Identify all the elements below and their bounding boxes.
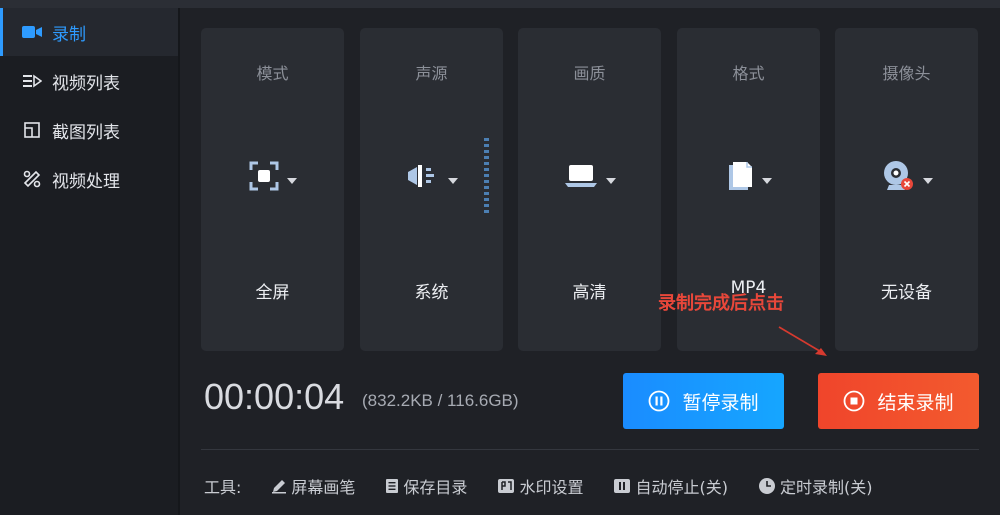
sidebar-item-screenshot-list[interactable]: 截图列表 bbox=[0, 106, 178, 154]
pause-recording-button[interactable]: 暂停录制 bbox=[623, 373, 784, 429]
quality-card[interactable]: 画质 高清 bbox=[518, 28, 661, 351]
annotation-arrow-icon bbox=[775, 323, 835, 367]
video-camera-icon bbox=[22, 22, 42, 42]
recording-timer: 00:00:04 bbox=[204, 376, 345, 417]
chevron-down-icon[interactable] bbox=[605, 169, 616, 188]
document-icon bbox=[385, 478, 399, 494]
tools-bar: 工具: 屏幕画笔 保存目录 水印设置 自动停止(关) 定时录制(关) bbox=[204, 473, 984, 499]
sidebar: 录制 视频列表 截图列表 视频处理 bbox=[0, 8, 178, 515]
chevron-down-icon[interactable] bbox=[447, 169, 458, 188]
sidebar-item-label: 视频列表 bbox=[52, 73, 120, 94]
screenshot-list-icon bbox=[22, 120, 42, 140]
video-tools-icon bbox=[22, 169, 42, 189]
file-icon bbox=[726, 160, 754, 196]
audio-source-card[interactable]: 声源 系统 bbox=[360, 28, 503, 351]
speaker-icon bbox=[406, 163, 440, 193]
screen-pen-tool[interactable]: 屏幕画笔 bbox=[271, 474, 355, 498]
stop-recording-button[interactable]: 结束录制 bbox=[818, 373, 979, 429]
record-panel: 模式 全屏 声源 系统 画质 高清 格式 MP4 摄像头 无设备 00:00:0… bbox=[180, 8, 1000, 515]
auto-stop-tool[interactable]: 自动停止(关) bbox=[613, 474, 728, 498]
webcam-card[interactable]: 摄像头 无设备 bbox=[835, 28, 978, 351]
pause-square-icon bbox=[613, 478, 631, 494]
chevron-down-icon[interactable] bbox=[761, 169, 772, 188]
watermark-settings-tool[interactable]: 水印设置 bbox=[497, 474, 583, 498]
webcam-title: 摄像头 bbox=[882, 64, 931, 83]
tools-divider bbox=[201, 449, 979, 450]
sidebar-item-label: 录制 bbox=[52, 24, 86, 45]
pen-icon bbox=[271, 478, 287, 494]
tool-label: 保存目录 bbox=[403, 478, 468, 497]
tool-label: 屏幕画笔 bbox=[291, 478, 356, 497]
stop-recording-label: 结束录制 bbox=[877, 391, 954, 414]
sidebar-item-label: 截图列表 bbox=[52, 122, 120, 143]
quality-value: 高清 bbox=[572, 283, 607, 303]
save-directory-tool[interactable]: 保存目录 bbox=[385, 474, 467, 498]
scheduled-recording-tool[interactable]: 定时录制(关) bbox=[758, 474, 873, 498]
format-title: 格式 bbox=[732, 64, 765, 83]
mode-card[interactable]: 模式 全屏 bbox=[201, 28, 344, 351]
sidebar-item-video-list[interactable]: 视频列表 bbox=[0, 57, 178, 105]
pause-icon bbox=[648, 390, 670, 412]
quality-title: 画质 bbox=[573, 64, 606, 83]
stop-icon bbox=[843, 390, 865, 412]
volume-meter bbox=[484, 138, 489, 214]
tool-label: 定时录制(关) bbox=[779, 478, 873, 497]
sidebar-item-record[interactable]: 录制 bbox=[0, 8, 178, 56]
chevron-down-icon[interactable] bbox=[922, 169, 933, 188]
mode-title: 模式 bbox=[256, 64, 289, 83]
sidebar-item-video-processing[interactable]: 视频处理 bbox=[0, 155, 178, 203]
mode-value: 全屏 bbox=[255, 283, 290, 303]
clock-icon bbox=[758, 477, 776, 495]
tool-label: 水印设置 bbox=[519, 478, 584, 497]
tools-label: 工具: bbox=[204, 478, 242, 497]
chevron-down-icon[interactable] bbox=[286, 169, 297, 188]
audio-source-value: 系统 bbox=[414, 283, 449, 303]
file-size-info: (832.2KB / 116.6GB) bbox=[362, 391, 519, 410]
window-top-bar bbox=[0, 0, 1000, 8]
pause-recording-label: 暂停录制 bbox=[682, 391, 759, 414]
tool-label: 自动停止(关) bbox=[635, 478, 728, 497]
fullscreen-icon bbox=[249, 161, 279, 195]
webcam-icon bbox=[881, 159, 915, 197]
webcam-value: 无设备 bbox=[881, 283, 932, 303]
sidebar-item-label: 视频处理 bbox=[52, 171, 120, 192]
annotation-text: 录制完成后点击 bbox=[658, 293, 784, 314]
laptop-icon bbox=[564, 164, 598, 192]
audio-source-title: 声源 bbox=[415, 64, 448, 83]
watermark-icon bbox=[497, 478, 515, 494]
video-list-icon bbox=[22, 71, 42, 91]
